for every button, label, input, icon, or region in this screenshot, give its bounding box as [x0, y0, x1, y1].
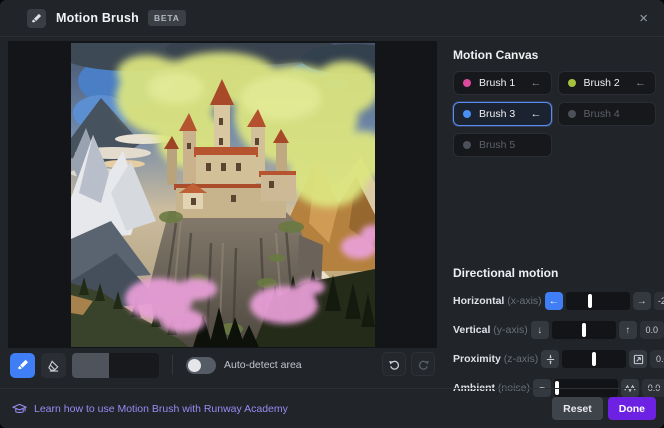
vertical-slider-handle[interactable]	[582, 323, 586, 337]
arrow-right-icon[interactable]: →	[633, 292, 651, 310]
proximity-slider-handle[interactable]	[592, 352, 596, 366]
brush-grid: Brush 1 ← Brush 2 ← Brush 3 ← Brush 4 Br…	[453, 71, 656, 157]
brush-size-slider[interactable]	[72, 353, 159, 378]
brush-4-label: Brush 4	[584, 108, 620, 120]
done-button[interactable]: Done	[608, 397, 656, 420]
arrow-down-icon[interactable]: ↓	[531, 321, 549, 339]
brush-2-color-dot	[568, 79, 576, 87]
motion-canvas-title: Motion Canvas	[453, 48, 656, 63]
vertical-slider[interactable]	[552, 321, 616, 339]
brush-5-button[interactable]: Brush 5	[453, 133, 552, 157]
proximity-row: Proximity (z-axis) 0.0	[453, 350, 656, 368]
brush-2-label: Brush 2	[584, 77, 620, 89]
horizontal-row: Horizontal (x-axis) ← → -2.4	[453, 292, 656, 310]
brush-3-direction-arrow-icon: ←	[531, 108, 542, 120]
canvas-toolbar: Auto-detect area	[10, 352, 437, 378]
directional-motion-section: Directional motion Horizontal (x-axis) ←…	[453, 258, 656, 397]
modal-header: Motion Brush BETA ×	[0, 0, 664, 37]
beta-badge: BETA	[148, 10, 186, 26]
castle-image	[71, 43, 375, 347]
proximity-slider[interactable]	[562, 350, 626, 368]
horizontal-slider[interactable]	[566, 292, 630, 310]
modal-footer: Learn how to use Motion Brush with Runwa…	[0, 388, 664, 428]
brush-size-fill	[72, 353, 109, 378]
brush-5-label: Brush 5	[479, 139, 515, 151]
brush-1-button[interactable]: Brush 1 ←	[453, 71, 552, 95]
graduation-cap-icon	[12, 403, 27, 415]
horizontal-label: Horizontal (x-axis)	[453, 295, 542, 307]
redo-icon[interactable]	[411, 352, 435, 376]
brush-tool-button[interactable]	[10, 353, 35, 378]
brush-5-color-dot	[463, 141, 471, 149]
brush-4-button[interactable]: Brush 4	[558, 102, 657, 126]
toolbar-divider	[172, 355, 173, 375]
directional-motion-title: Directional motion	[453, 266, 656, 281]
motion-brush-modal: Motion Brush BETA ×	[0, 0, 664, 428]
brush-4-color-dot	[568, 110, 576, 118]
brush-2-button[interactable]: Brush 2 ←	[558, 71, 657, 95]
proximity-value: 0.0	[650, 350, 664, 368]
brush-3-label: Brush 3	[479, 108, 515, 120]
brush-1-label: Brush 1	[479, 77, 515, 89]
vertical-row: Vertical (y-axis) ↓ ↑ 0.0	[453, 321, 656, 339]
arrow-up-icon[interactable]: ↑	[619, 321, 637, 339]
motion-canvas-panel: Motion Canvas Brush 1 ← Brush 2 ← Brush …	[453, 40, 656, 157]
expand-icon[interactable]	[629, 350, 647, 368]
reset-button[interactable]: Reset	[552, 397, 603, 420]
brush-2-direction-arrow-icon: ←	[635, 77, 646, 89]
horizontal-value: -2.4	[654, 292, 664, 310]
brush-1-color-dot	[463, 79, 471, 87]
image-canvas[interactable]	[8, 41, 437, 348]
undo-icon[interactable]	[382, 352, 406, 376]
vertical-label: Vertical (y-axis)	[453, 324, 528, 336]
close-icon[interactable]: ×	[635, 9, 652, 28]
runway-academy-link-text: Learn how to use Motion Brush with Runwa…	[34, 403, 288, 415]
runway-academy-link[interactable]: Learn how to use Motion Brush with Runwa…	[12, 403, 288, 415]
motion-brush-icon	[27, 9, 46, 28]
auto-detect-toggle[interactable]	[186, 357, 216, 374]
brush-3-button[interactable]: Brush 3 ←	[453, 102, 552, 126]
eraser-tool-button[interactable]	[41, 353, 66, 378]
modal-title: Motion Brush	[56, 11, 139, 25]
brush-3-color-dot	[463, 110, 471, 118]
compress-vertical-icon[interactable]	[541, 350, 559, 368]
brush-1-direction-arrow-icon: ←	[531, 77, 542, 89]
auto-detect-label: Auto-detect area	[224, 359, 302, 371]
arrow-left-icon[interactable]: ←	[545, 292, 563, 310]
horizontal-slider-handle[interactable]	[588, 294, 592, 308]
proximity-label: Proximity (z-axis)	[453, 353, 538, 365]
toggle-knob	[188, 359, 201, 372]
vertical-value: 0.0	[640, 321, 664, 339]
